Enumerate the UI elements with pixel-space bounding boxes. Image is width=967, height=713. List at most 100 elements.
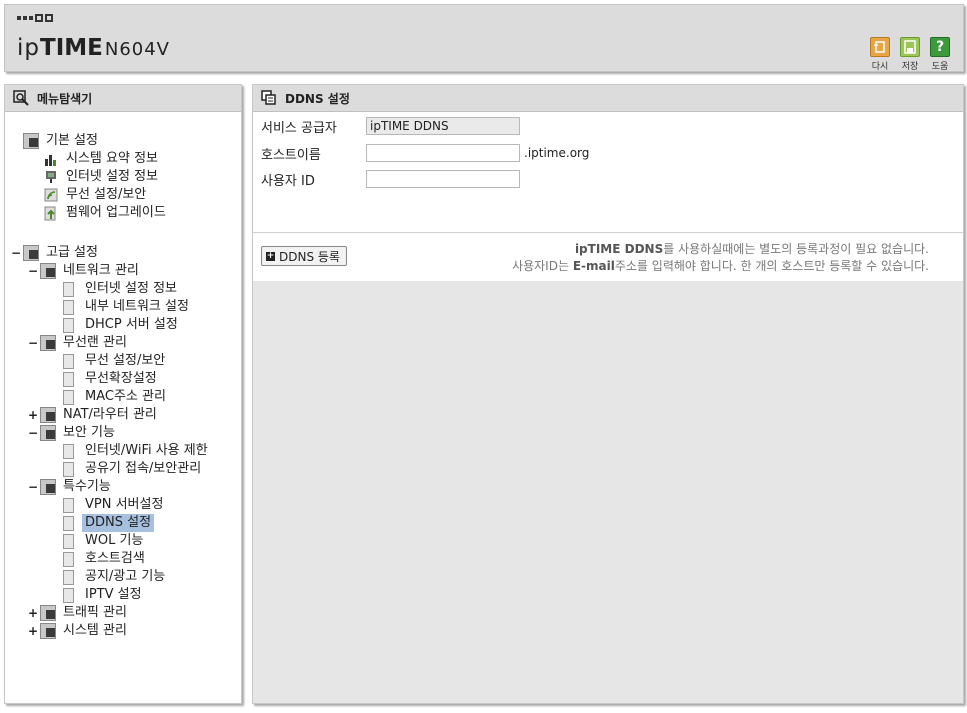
tree-system-summary[interactable]: 시스템 요약 정보 <box>43 150 161 168</box>
tree-wlan-security[interactable]: 무선 설정/보안 <box>63 352 168 370</box>
reload-button[interactable]: 다시 <box>868 37 892 72</box>
tree-dhcp-server[interactable]: DHCP 서버 설정 <box>63 316 181 334</box>
tree-host-search[interactable]: 호스트검색 <box>63 550 148 568</box>
tree-label: 무선 설정/보안 <box>66 187 147 202</box>
tree-label: 호스트검색 <box>85 551 145 566</box>
content-panel: DDNS 설정 서비스 공급자 ipTIME DDNS 호스트이름 .iptim… <box>252 84 964 704</box>
chart-icon <box>43 151 59 167</box>
iptime-logo: ip TIME N604V <box>17 35 170 65</box>
collapse-toggle[interactable]: − <box>28 262 38 280</box>
ddns-register-button[interactable]: + DDNS 등록 <box>261 246 347 266</box>
logo-ip: ip <box>17 35 40 61</box>
save-icon <box>900 37 920 57</box>
tree-security-features[interactable]: − 보안 기능 <box>28 424 118 442</box>
tree-label: DDNS 설정 <box>82 514 155 532</box>
notice-bold-ddns: ipTIME DDNS <box>574 242 664 256</box>
tree-label: 보안 기능 <box>63 425 115 440</box>
tree-lan-settings[interactable]: 내부 네트워크 설정 <box>63 298 192 316</box>
save-button[interactable]: 저장 <box>898 37 922 72</box>
tree-basic-settings[interactable]: 기본 설정 <box>23 132 101 150</box>
expand-toggle[interactable]: + <box>28 406 38 424</box>
tree-label: 인터넷 설정 정보 <box>85 281 177 296</box>
top-header: ip TIME N604V 다시 저장 ? 도움 <box>4 4 964 72</box>
tree-wireless-security[interactable]: 무선 설정/보안 <box>43 186 149 204</box>
help-button[interactable]: ? 도움 <box>928 37 952 72</box>
tree-advanced-settings[interactable]: − 고급 설정 <box>11 244 101 262</box>
save-label: 저장 <box>901 62 919 72</box>
tree-internet-wifi-limit[interactable]: 인터넷/WiFi 사용 제한 <box>63 442 211 460</box>
doc-icon <box>63 515 74 531</box>
reload-label: 다시 <box>871 62 889 72</box>
ddns-notice: ipTIME DDNS를 사용하실때에는 별도의 등록과정이 필요 없습니다. … <box>512 241 929 275</box>
system-folder-icon <box>40 623 56 639</box>
tree-wol[interactable]: WOL 기능 <box>63 532 146 550</box>
lock-folder-icon <box>40 425 56 441</box>
doc-icon <box>63 443 74 459</box>
brand-dots-icon <box>17 14 53 22</box>
doc-icon <box>63 389 74 405</box>
notice-text-1: 를 사용하실때에는 별도의 등록과정이 필요 없습니다. <box>663 242 929 256</box>
tree-firmware-upgrade[interactable]: 펌웨어 업그레이드 <box>43 204 169 222</box>
tree-label: 공유기 접속/보안관리 <box>85 461 202 476</box>
tree-label: 내부 네트워크 설정 <box>85 299 189 314</box>
menu-navigator-label: 메뉴탐색기 <box>37 91 93 106</box>
tree-label: NAT/라우터 관리 <box>63 407 157 422</box>
expand-toggle[interactable]: + <box>28 622 38 640</box>
folder-advanced-icon <box>23 245 39 261</box>
collapse-toggle[interactable]: − <box>28 424 38 442</box>
hostname-input[interactable] <box>366 144 520 162</box>
tree-label: 특수기능 <box>63 479 111 494</box>
model-name: N604V <box>104 39 170 60</box>
notice-line-1: ipTIME DDNS를 사용하실때에는 별도의 등록과정이 필요 없습니다. <box>512 241 929 258</box>
tree-wlan-management[interactable]: − 무선랜 관리 <box>28 334 130 352</box>
tree-vpn-server[interactable]: VPN 서버설정 <box>63 496 166 514</box>
doc-icon <box>63 353 74 369</box>
tree-wlan-extension[interactable]: 무선확장설정 <box>63 370 160 388</box>
tree-label: 고급 설정 <box>46 245 98 260</box>
router-folder-icon <box>40 407 56 423</box>
help-icon: ? <box>930 37 950 57</box>
logo-time: TIME <box>40 35 103 61</box>
tree-mac-management[interactable]: MAC주소 관리 <box>63 388 169 406</box>
page-title: DDNS 설정 <box>285 91 350 106</box>
userid-label: 사용자 ID <box>261 173 315 189</box>
tree-label: WOL 기능 <box>85 533 144 548</box>
tree-nat-router[interactable]: + NAT/라우터 관리 <box>28 406 160 424</box>
userid-input[interactable] <box>366 170 520 188</box>
provider-field[interactable]: ipTIME DDNS <box>366 117 520 135</box>
notice-text-2a: 사용자ID는 <box>512 259 573 273</box>
expand-toggle[interactable]: + <box>28 604 38 622</box>
tree-label: 기본 설정 <box>46 133 98 148</box>
tree-network-management[interactable]: − 네트워크 관리 <box>28 262 142 280</box>
doc-icon <box>63 587 74 603</box>
collapse-toggle[interactable]: − <box>28 478 38 496</box>
tree-iptv[interactable]: IPTV 설정 <box>63 586 145 604</box>
hostname-row: 호스트이름 .iptime.org <box>261 143 589 163</box>
folder-settings-icon <box>23 133 39 149</box>
userid-row: 사용자 ID <box>261 169 520 189</box>
tree-notice-ad[interactable]: 공지/광고 기능 <box>63 568 168 586</box>
network-folder-icon <box>40 263 56 279</box>
doc-icon <box>63 371 74 387</box>
tree-label: 네트워크 관리 <box>63 263 139 278</box>
doc-icon <box>63 497 74 513</box>
tree-label: DHCP 서버 설정 <box>85 317 178 332</box>
wireless-icon <box>43 187 59 203</box>
tree-system-management[interactable]: + 시스템 관리 <box>28 622 130 640</box>
ddns-form: 서비스 공급자 ipTIME DDNS 호스트이름 .iptime.org 사용… <box>253 112 963 233</box>
notice-line-2: 사용자ID는 E-mail주소를 입력해야 합니다. 한 개의 호스트만 등록할… <box>512 258 929 275</box>
collapse-toggle[interactable]: − <box>11 244 21 262</box>
actions-area: + DDNS 등록 ipTIME DDNS를 사용하실때에는 별도의 등록과정이… <box>253 233 963 281</box>
tree-label: 공지/광고 기능 <box>85 569 166 584</box>
tree-label: 무선랜 관리 <box>63 335 127 350</box>
tree-internet-settings[interactable]: 인터넷 설정 정보 <box>63 280 180 298</box>
tree-internet-info[interactable]: 인터넷 설정 정보 <box>43 168 161 186</box>
tree-router-access-security[interactable]: 공유기 접속/보안관리 <box>63 460 204 478</box>
collapse-toggle[interactable]: − <box>28 334 38 352</box>
wireless-folder-icon <box>40 335 56 351</box>
tree-traffic-management[interactable]: + 트래픽 관리 <box>28 604 130 622</box>
content-title-bar: DDNS 설정 <box>253 85 963 112</box>
tree-special-features[interactable]: − 특수기능 <box>28 478 114 496</box>
provider-label: 서비스 공급자 <box>261 120 337 136</box>
tree-ddns-settings[interactable]: DDNS 설정 <box>63 514 155 532</box>
